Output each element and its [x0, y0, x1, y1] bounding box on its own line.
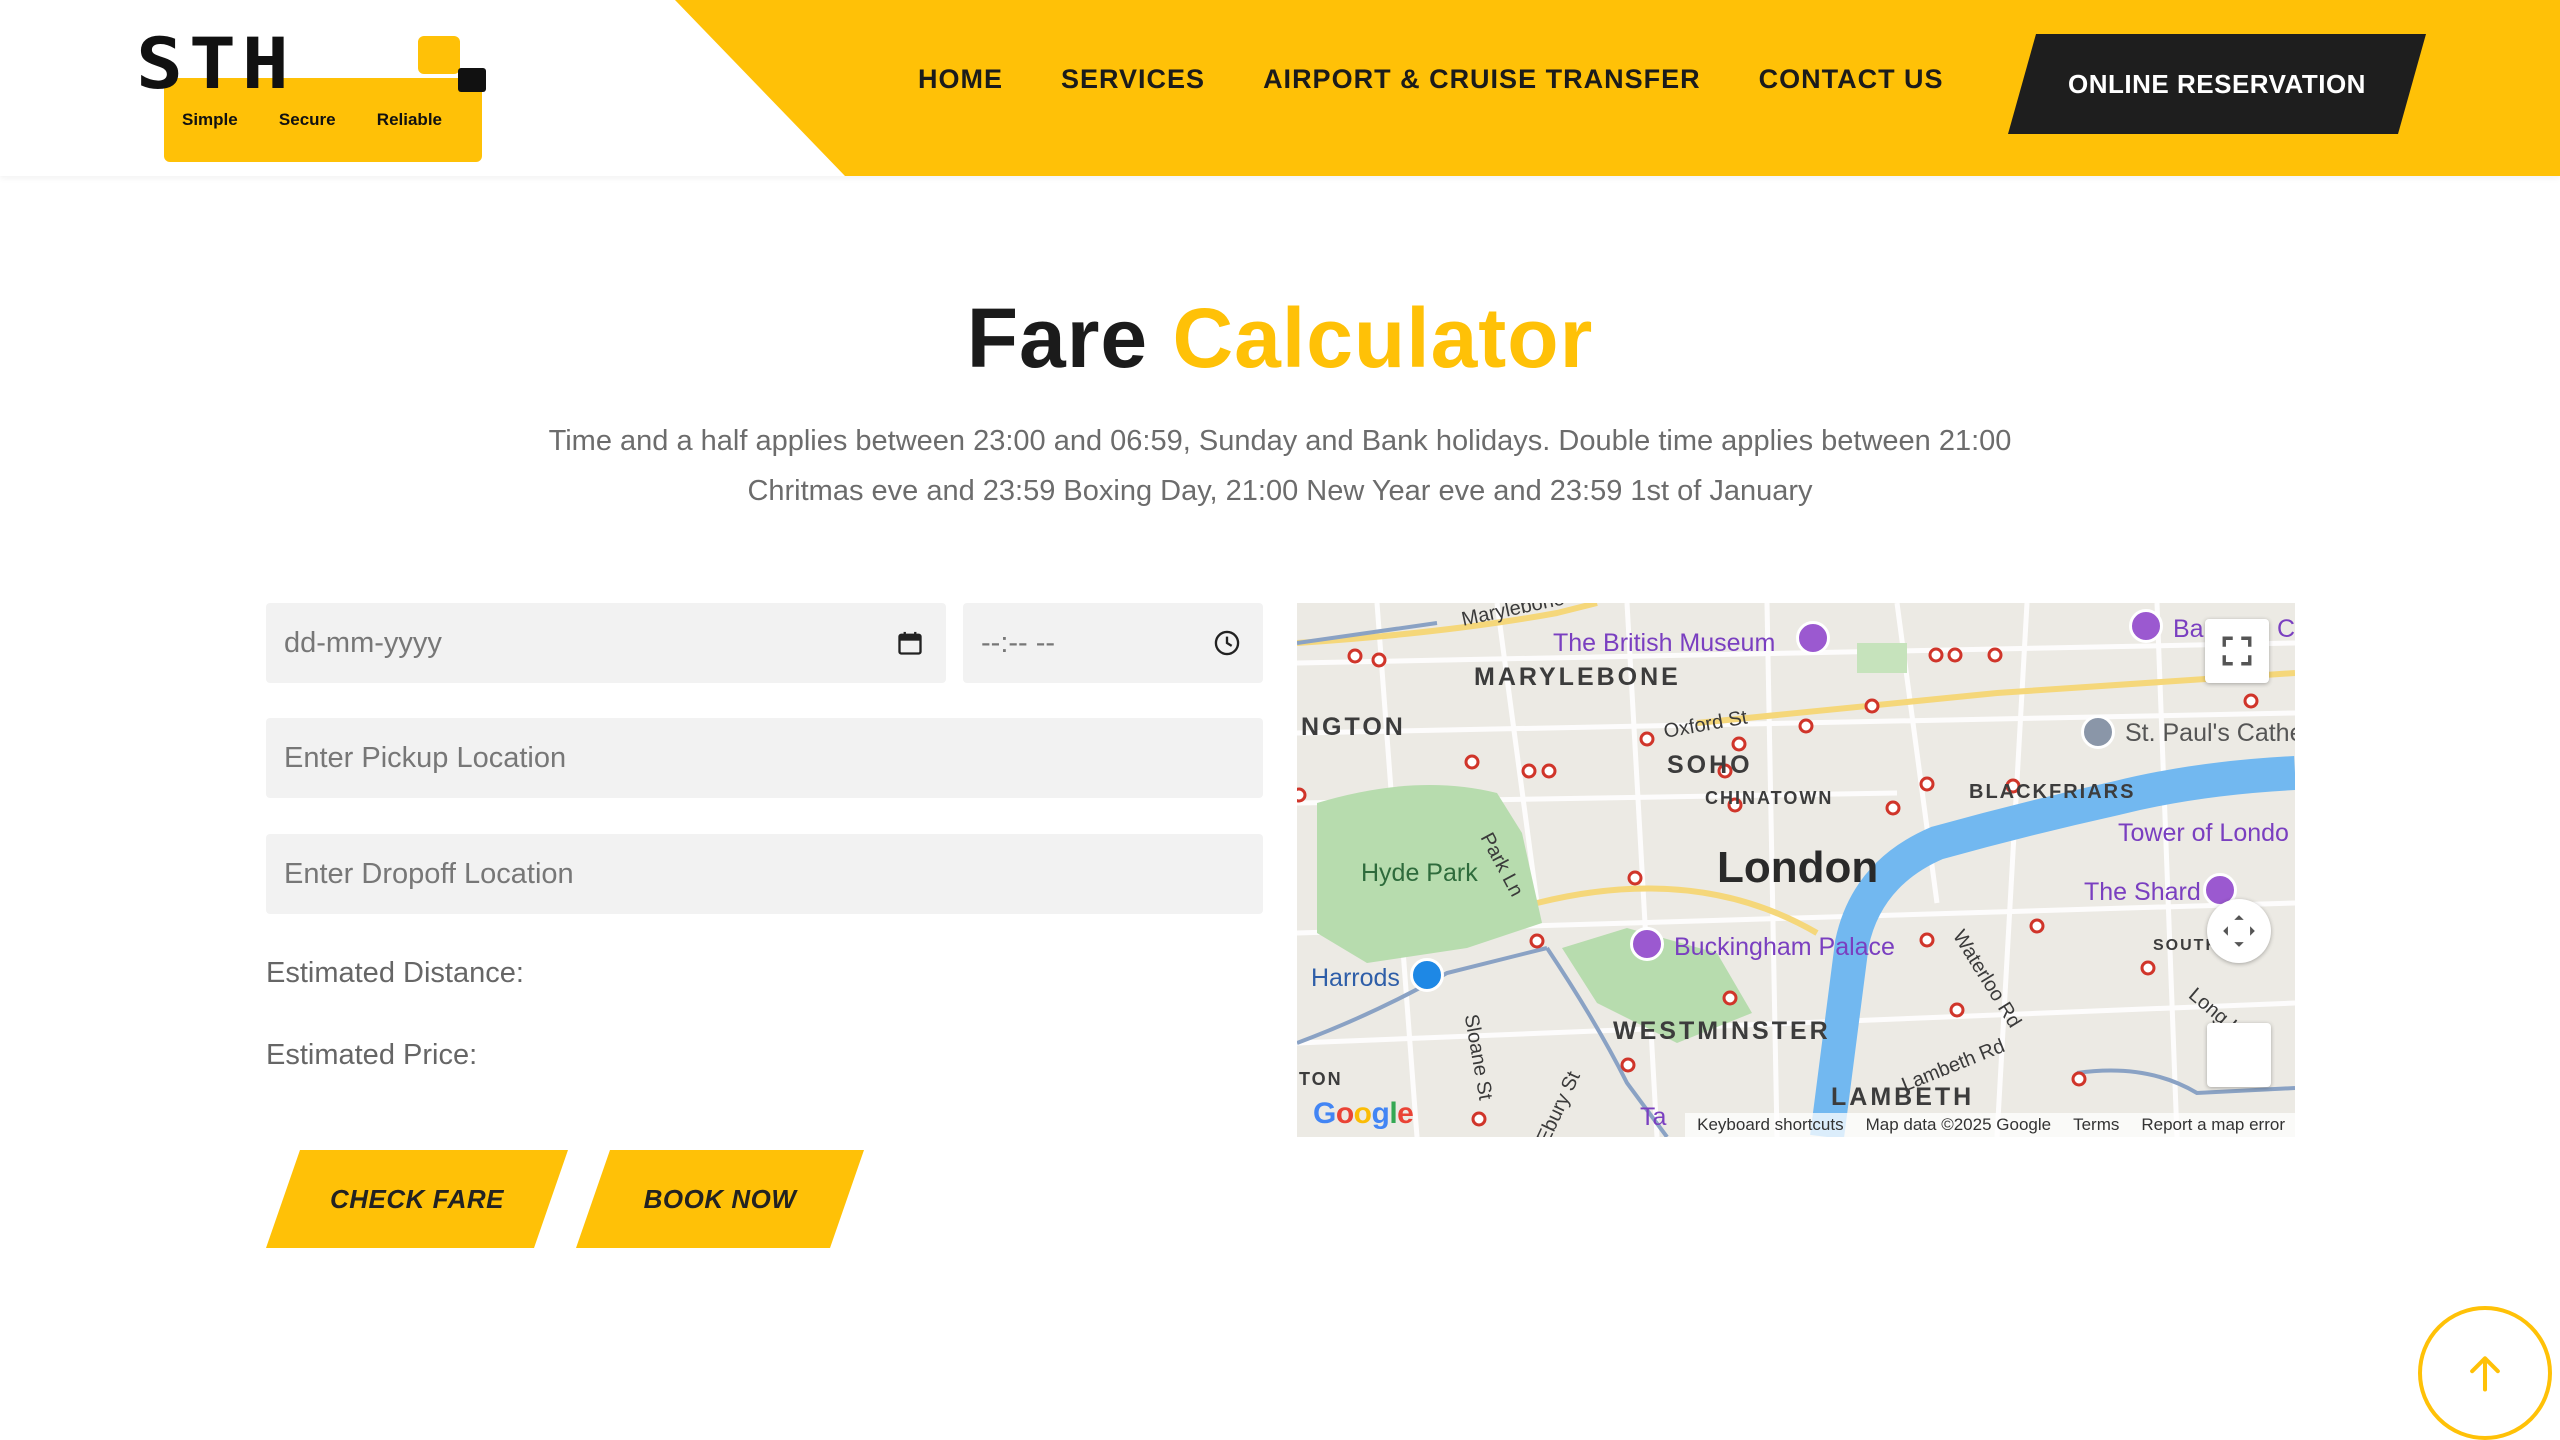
map-area-westminster: WESTMINSTER: [1613, 1017, 1831, 1045]
estimated-distance-label: Estimated Distance:: [266, 957, 524, 989]
arrow-up-icon: [2470, 1356, 2500, 1392]
nav-airport-cruise-transfer[interactable]: AIRPORT & CRUISE TRANSFER: [1263, 64, 1701, 95]
dropoff-location-input[interactable]: [284, 857, 1263, 891]
map-data-attribution: Map data ©2025 Google: [1865, 1115, 2052, 1134]
time-field[interactable]: [963, 603, 1263, 683]
book-now-button[interactable]: BOOK NOW: [576, 1150, 864, 1248]
dropoff-field[interactable]: [266, 834, 1263, 914]
map-poi-buckingham-palace[interactable]: Buckingham Palace: [1674, 933, 1895, 962]
map-area-marylebone: MARYLEBONE: [1474, 663, 1681, 691]
map-poi-bank[interactable]: Ba: [2173, 615, 2204, 644]
fullscreen-button[interactable]: [2205, 619, 2269, 683]
museum-pin-icon[interactable]: [1796, 621, 1830, 655]
fullscreen-icon: [2222, 636, 2252, 666]
logo-tagline: Simple Secure Reliable: [182, 110, 442, 129]
clock-icon[interactable]: [1213, 629, 1241, 657]
check-fare-button[interactable]: CHECK FARE: [266, 1150, 568, 1248]
map-poi-st-pauls[interactable]: St. Paul's Cathe: [2125, 719, 2295, 748]
keyboard-shortcuts-link[interactable]: Keyboard shortcuts: [1697, 1115, 1843, 1135]
map-area-soho: SOHO: [1667, 751, 1753, 779]
map-poi-harrods[interactable]: Harrods: [1311, 964, 1400, 993]
map-area-blackfriars: BLACKFRIARS: [1969, 781, 2136, 803]
shopping-pin-icon[interactable]: [1410, 958, 1444, 992]
map-camera-control[interactable]: [2207, 899, 2271, 963]
map-poi-hyde-park[interactable]: Hyde Park: [1361, 859, 1478, 888]
map-area-chinatown: CHINATOWN: [1705, 788, 1834, 808]
main-nav: HOME SERVICES AIRPORT & CRUISE TRANSFER …: [918, 64, 1944, 95]
estimated-price-label: Estimated Price:: [266, 1039, 478, 1071]
pickup-location-input[interactable]: [284, 741, 1263, 775]
map-poi-tower-of-london[interactable]: Tower of Londo: [2118, 819, 2289, 848]
page-subtitle: Time and a half applies between 23:00 an…: [548, 425, 2012, 507]
pan-arrows-icon: [2223, 915, 2255, 947]
street-view-button[interactable]: [2207, 1023, 2271, 1087]
map-poi-c[interactable]: C: [2277, 615, 2295, 644]
nav-services[interactable]: SERVICES: [1061, 64, 1205, 95]
logo-text: STH: [136, 23, 295, 105]
online-reservation-button[interactable]: ONLINE RESERVATION: [2008, 34, 2426, 134]
site-logo[interactable]: STH Simple Secure Reliable: [136, 23, 496, 162]
map-area-kensington: NGTON: [1301, 713, 1406, 741]
site-header: STH Simple Secure Reliable HOME SERVICES…: [0, 0, 2560, 176]
nav-contact-us[interactable]: CONTACT US: [1759, 64, 1944, 95]
map-area-pimlico: TON: [1299, 1069, 1343, 1089]
map-city-london: London: [1717, 843, 1879, 892]
bank-pin-icon[interactable]: [2129, 609, 2163, 643]
nav-home[interactable]: HOME: [918, 64, 1003, 95]
terms-link[interactable]: Terms: [2073, 1115, 2119, 1135]
google-map[interactable]: MARYLEBONE NGTON SOHO CHINATOWN BLACKFRI…: [1297, 603, 2295, 1137]
church-pin-icon[interactable]: [2081, 715, 2115, 749]
map-poi-tate[interactable]: Ta: [1640, 1103, 1666, 1132]
scroll-to-top-button[interactable]: [2418, 1306, 2552, 1440]
date-field[interactable]: [266, 603, 946, 683]
map-poi-the-shard[interactable]: The Shard: [2084, 878, 2201, 907]
map-poi-british-museum[interactable]: The British Museum: [1553, 629, 1775, 658]
page-title: Fare Calculator: [966, 291, 1594, 385]
map-footer: Keyboard shortcuts Map data ©2025 Google…: [1685, 1113, 2295, 1137]
pickup-field[interactable]: [266, 718, 1263, 798]
calendar-icon[interactable]: [896, 629, 924, 657]
google-logo[interactable]: Google: [1313, 1097, 1414, 1131]
report-map-error-link[interactable]: Report a map error: [2141, 1115, 2285, 1135]
date-input[interactable]: [284, 626, 946, 660]
palace-pin-icon[interactable]: [1630, 927, 1664, 961]
